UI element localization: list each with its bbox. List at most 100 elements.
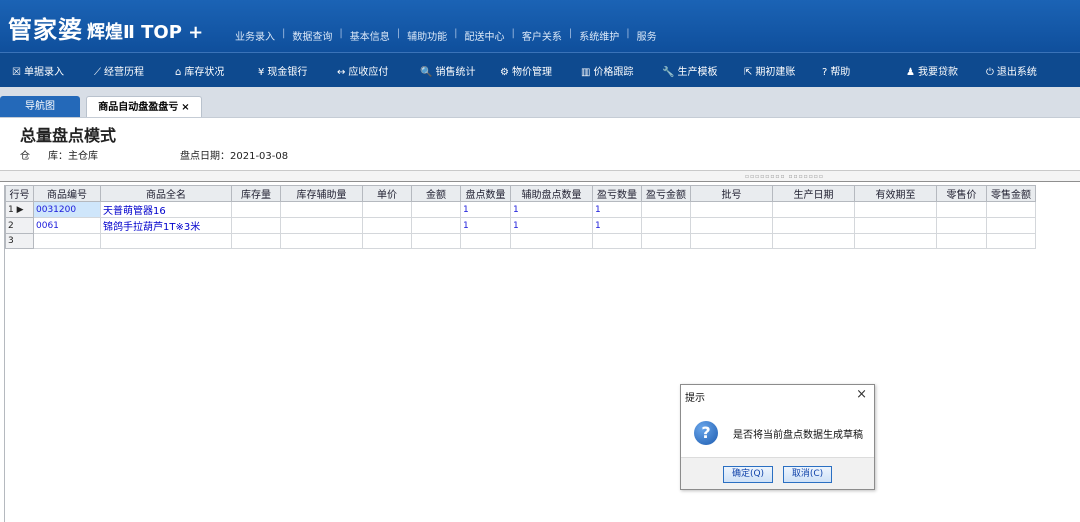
toolbar-loan[interactable]: ♟ 我要贷款 xyxy=(906,63,958,78)
toolbar-voucher-entry[interactable]: ☒ 单据录入 xyxy=(12,63,64,78)
stock-aux-qty-cell[interactable] xyxy=(280,201,363,218)
col-header-row-number[interactable]: 行号 xyxy=(5,185,34,202)
product-name-cell[interactable] xyxy=(100,233,232,249)
row-number-cell[interactable]: 1 ▶ xyxy=(5,201,34,218)
stock-qty-cell[interactable] xyxy=(231,201,281,218)
toolbar-price-tracking[interactable]: ▥ 价格跟踪 xyxy=(581,63,633,78)
retail-amount-cell[interactable] xyxy=(986,217,1036,234)
gain-loss-amount-cell[interactable] xyxy=(641,233,691,249)
table-row[interactable]: 1 ▶ 0031200 天普萌管器16 1 1 1 xyxy=(5,201,1036,218)
dialog-message: 是否将当前盘点数据生成草稿 xyxy=(733,430,863,441)
col-header-gain-loss-amount[interactable]: 盈亏金额 xyxy=(641,185,691,202)
col-header-count-qty[interactable]: 盘点数量 xyxy=(460,185,511,202)
warehouse-label: 库：主仓库 xyxy=(48,151,98,162)
product-code-cell[interactable] xyxy=(33,233,101,249)
col-header-batch[interactable]: 批号 xyxy=(690,185,773,202)
count-qty-cell[interactable]: 1 xyxy=(460,217,511,234)
retail-amount-cell[interactable] xyxy=(986,201,1036,218)
count-qty-cell[interactable] xyxy=(460,233,511,249)
expiry-date-cell[interactable] xyxy=(854,217,937,234)
topmenu-item-entry[interactable]: 业务录入 xyxy=(228,28,282,43)
col-header-product-name[interactable]: 商品全名 xyxy=(100,185,232,202)
col-header-stock-aux-qty[interactable]: 库存辅助量 xyxy=(280,185,363,202)
gain-loss-qty-cell[interactable]: 1 xyxy=(592,217,642,234)
topmenu-item-system[interactable]: 系统维护 xyxy=(572,28,626,43)
product-code-cell[interactable]: 0031200 xyxy=(33,201,101,218)
col-header-product-code[interactable]: 商品编号 xyxy=(33,185,101,202)
batch-cell[interactable] xyxy=(690,233,773,249)
toolbar-stock-status[interactable]: ⌂ 库存状况 xyxy=(175,63,224,78)
product-name-cell[interactable]: 锦鸽手拉葫芦1T※3米 xyxy=(100,217,232,234)
topmenu-item-delivery[interactable]: 配送中心 xyxy=(458,28,512,43)
col-header-retail-amount[interactable]: 零售金额 xyxy=(986,185,1036,202)
toolbar-sales-stats[interactable]: 🔍 销售统计 xyxy=(420,63,475,78)
amount-cell[interactable] xyxy=(411,233,461,249)
col-header-expiry-date[interactable]: 有效期至 xyxy=(854,185,937,202)
tab-navigation[interactable]: 导航图 xyxy=(0,96,80,117)
product-name-cell[interactable]: 天普萌管器16 xyxy=(100,201,232,218)
close-icon[interactable]: × xyxy=(856,387,867,402)
tab-auto-stocktake[interactable]: 商品自动盘盈盘亏 × xyxy=(86,96,202,117)
amount-cell[interactable] xyxy=(411,217,461,234)
toolbar-price-management[interactable]: ⚙ 物价管理 xyxy=(500,63,552,78)
stock-aux-qty-cell[interactable] xyxy=(280,233,363,249)
aux-count-qty-cell[interactable] xyxy=(510,233,593,249)
ok-button[interactable]: 确定(Q) xyxy=(723,466,773,483)
expiry-date-cell[interactable] xyxy=(854,201,937,218)
product-code-cell[interactable]: 0061 xyxy=(33,217,101,234)
toolbar-business-history[interactable]: ⟋ 经营历程 xyxy=(94,63,144,78)
stock-qty-cell[interactable] xyxy=(231,233,281,249)
col-header-stock-qty[interactable]: 库存量 xyxy=(231,185,281,202)
retail-price-cell[interactable] xyxy=(936,201,987,218)
aux-count-qty-cell[interactable]: 1 xyxy=(510,217,593,234)
amount-cell[interactable] xyxy=(411,201,461,218)
expiry-date-cell[interactable] xyxy=(854,233,937,249)
batch-cell[interactable] xyxy=(690,201,773,218)
toolbar-cash-bank[interactable]: ¥ 现金银行 xyxy=(258,63,307,78)
cancel-button[interactable]: 取消(C) xyxy=(783,466,832,483)
unit-price-cell[interactable] xyxy=(362,233,412,249)
stock-qty-cell[interactable] xyxy=(231,217,281,234)
toolbar-label: 销售统计 xyxy=(435,67,476,78)
topmenu-item-query[interactable]: 数据查询 xyxy=(285,28,339,43)
toolbar-help[interactable]: ? 帮助 xyxy=(822,63,850,78)
production-date-cell[interactable] xyxy=(772,217,855,234)
col-header-amount[interactable]: 金额 xyxy=(411,185,461,202)
production-date-cell[interactable] xyxy=(772,233,855,249)
topmenu-item-service[interactable]: 服务 xyxy=(630,28,664,43)
close-icon[interactable]: × xyxy=(181,102,189,113)
topmenu-item-aux[interactable]: 辅助功能 xyxy=(400,28,454,43)
row-number-cell[interactable]: 2 xyxy=(5,217,34,234)
retail-price-cell[interactable] xyxy=(936,217,987,234)
retail-price-cell[interactable] xyxy=(936,233,987,249)
panel-splitter[interactable]: ▫▫▫▫▫▫▫▫ ▫▫▫▫▫▫▫ xyxy=(0,170,1080,182)
production-date-cell[interactable] xyxy=(772,201,855,218)
col-header-retail-price[interactable]: 零售价 xyxy=(936,185,987,202)
count-qty-cell[interactable]: 1 xyxy=(460,201,511,218)
col-header-aux-count-qty[interactable]: 辅助盘点数量 xyxy=(510,185,593,202)
toolbar-production-template[interactable]: 🔧 生产模板 xyxy=(662,63,717,78)
topmenu-item-basic[interactable]: 基本信息 xyxy=(343,28,397,43)
table-row[interactable]: 3 xyxy=(5,233,1036,249)
retail-amount-cell[interactable] xyxy=(986,233,1036,249)
unit-price-cell[interactable] xyxy=(362,201,412,218)
batch-cell[interactable] xyxy=(690,217,773,234)
question-icon: ? xyxy=(694,421,718,445)
aux-count-qty-cell[interactable]: 1 xyxy=(510,201,593,218)
stock-aux-qty-cell[interactable] xyxy=(280,217,363,234)
gain-loss-amount-cell[interactable] xyxy=(641,217,691,234)
unit-price-cell[interactable] xyxy=(362,217,412,234)
toolbar-receivable-payable[interactable]: ↔ 应收应付 xyxy=(337,63,388,78)
col-header-unit-price[interactable]: 单价 xyxy=(362,185,412,202)
gain-loss-qty-cell[interactable]: 1 xyxy=(592,201,642,218)
row-number-cell[interactable]: 3 xyxy=(5,233,34,249)
col-header-gain-loss-qty[interactable]: 盈亏数量 xyxy=(592,185,642,202)
dialog-title: 提示 xyxy=(685,393,705,404)
toolbar-opening-accounts[interactable]: ⇱ 期初建账 xyxy=(744,63,795,78)
table-row[interactable]: 2 0061 锦鸽手拉葫芦1T※3米 1 1 1 xyxy=(5,217,1036,234)
topmenu-item-crm[interactable]: 客户关系 xyxy=(515,28,569,43)
toolbar-exit[interactable]: ⏻ 退出系统 xyxy=(986,63,1037,78)
gain-loss-qty-cell[interactable] xyxy=(592,233,642,249)
gain-loss-amount-cell[interactable] xyxy=(641,201,691,218)
col-header-production-date[interactable]: 生产日期 xyxy=(772,185,855,202)
